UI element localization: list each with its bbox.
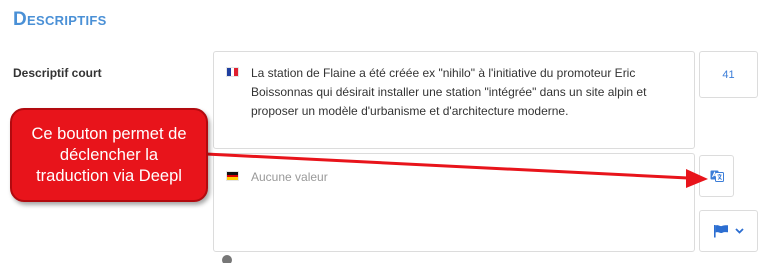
info-icon xyxy=(222,255,232,263)
help-text xyxy=(222,255,778,263)
annotation-callout: Ce bouton permet de déclencher la traduc… xyxy=(10,108,208,202)
annotation-text: Ce bouton permet de déclencher la traduc… xyxy=(31,124,187,185)
